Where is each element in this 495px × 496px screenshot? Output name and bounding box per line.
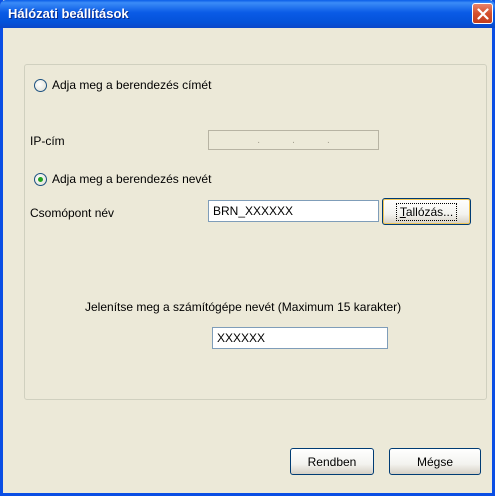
title-bar[interactable]: Hálózati beállítások — [0, 0, 495, 28]
node-name-input[interactable]: BRN_XXXXXX — [208, 200, 379, 222]
radio-address-label: Adja meg a berendezés címét — [52, 78, 212, 92]
browse-button[interactable]: Tallózás... — [382, 198, 471, 225]
dialog-title: Hálózati beállítások — [8, 6, 129, 21]
radio-option-address[interactable]: Adja meg a berendezés címét — [34, 78, 211, 92]
browse-rest: allózás... — [405, 204, 454, 219]
settings-group — [24, 64, 487, 400]
radio-name-indicator[interactable] — [34, 172, 47, 186]
radio-name-label: Adja meg a berendezés nevét — [52, 172, 212, 186]
cancel-button[interactable]: Mégse — [389, 448, 481, 475]
ok-button[interactable]: Rendben — [290, 448, 374, 475]
close-button[interactable] — [472, 3, 493, 24]
browse-button-label: Tallózás... — [395, 202, 458, 221]
radio-option-name[interactable]: Adja meg a berendezés nevét — [34, 172, 211, 186]
dialog-window: Hálózati beállítások Adja meg a berendez… — [0, 0, 495, 496]
ip-separator-1: . — [257, 134, 260, 146]
close-icon — [477, 8, 489, 20]
ip-separator-2: . — [292, 134, 295, 146]
ip-label: IP-cím — [30, 134, 65, 148]
ip-separator-3: . — [327, 134, 330, 146]
ip-address-field: . . . — [208, 130, 379, 150]
computer-name-label: Jelenítse meg a számítógépe nevét (Maxim… — [85, 300, 402, 314]
node-name-label: Csomópont név — [30, 206, 115, 220]
computer-name-input[interactable]: XXXXXX — [212, 327, 388, 349]
radio-address-indicator[interactable] — [34, 78, 47, 92]
